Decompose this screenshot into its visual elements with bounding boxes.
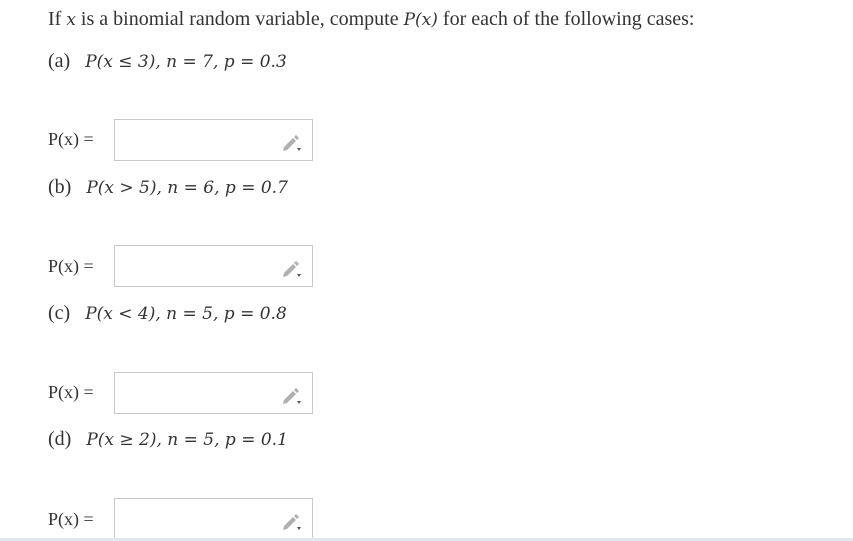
answer-d-input[interactable] xyxy=(115,499,291,539)
answer-a-label: P(x) = xyxy=(48,129,94,149)
question-suffix: for each of the following cases: xyxy=(442,8,695,30)
question-prefix: If xyxy=(48,8,62,30)
answer-d-box[interactable] xyxy=(114,498,313,540)
case-d-expression: P(x ≥ 2), n = 5, p = 0.1 xyxy=(86,430,288,450)
answer-c-input[interactable] xyxy=(115,373,291,413)
answer-b-input[interactable] xyxy=(115,246,291,286)
pencil-icon[interactable] xyxy=(280,132,302,152)
question-function: P(x) xyxy=(403,10,438,30)
case-d: (d) P(x ≥ 2), n = 5, p = 0.1 xyxy=(48,428,288,451)
answer-d-label: P(x) = xyxy=(48,509,94,529)
answer-b-box[interactable] xyxy=(114,245,313,287)
answer-a-box[interactable] xyxy=(114,119,313,161)
pencil-icon[interactable] xyxy=(280,385,302,405)
case-c-letter: (c) xyxy=(48,302,71,324)
answer-a-input[interactable] xyxy=(115,120,291,160)
question-variable: x xyxy=(66,10,76,30)
pencil-icon[interactable] xyxy=(280,511,302,531)
answer-c-label: P(x) = xyxy=(48,382,94,402)
answer-c-box[interactable] xyxy=(114,372,313,414)
case-b: (b) P(x > 5), n = 6, p = 0.7 xyxy=(48,176,288,199)
case-b-expression: P(x > 5), n = 6, p = 0.7 xyxy=(86,178,288,198)
case-c-expression: P(x < 4), n = 5, p = 0.8 xyxy=(85,304,287,324)
pencil-icon[interactable] xyxy=(280,258,302,278)
case-a-letter: (a) xyxy=(48,50,71,72)
case-d-letter: (d) xyxy=(48,428,72,450)
case-b-letter: (b) xyxy=(48,176,72,198)
case-a-expression: P(x ≤ 3), n = 7, p = 0.3 xyxy=(85,52,287,72)
answer-b-label: P(x) = xyxy=(48,256,94,276)
case-a: (a) P(x ≤ 3), n = 7, p = 0.3 xyxy=(48,50,287,73)
question-mid: is a binomial random variable, compute xyxy=(80,8,399,30)
question-text: If x is a binomial random variable, comp… xyxy=(48,8,694,31)
case-c: (c) P(x < 4), n = 5, p = 0.8 xyxy=(48,302,287,325)
